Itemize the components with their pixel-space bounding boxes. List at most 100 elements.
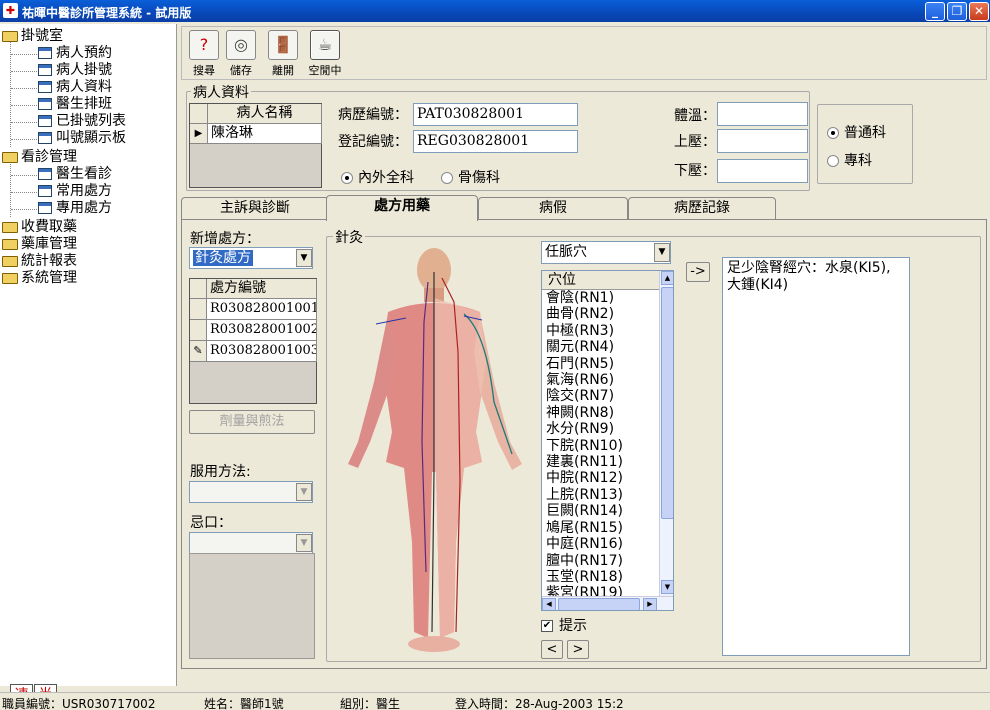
- next-button[interactable]: >: [567, 640, 589, 659]
- acupoint-item[interactable]: 巨闕(RN14): [542, 503, 659, 519]
- prev-button[interactable]: <: [541, 640, 563, 659]
- vertical-scrollbar[interactable]: ▲ ▼: [659, 271, 673, 596]
- acupoint-item[interactable]: 上脘(RN13): [542, 487, 659, 503]
- horizontal-scrollbar[interactable]: ◀ ▶: [542, 596, 673, 610]
- diastolic-field[interactable]: [717, 159, 808, 183]
- special-radio[interactable]: 專科: [827, 150, 872, 170]
- folder-open-icon: [2, 30, 18, 42]
- record-no-label: 病歷編號：: [338, 107, 408, 123]
- patient-name-grid[interactable]: 病人名稱 ▶ 陳洛琳: [189, 103, 322, 188]
- acupoint-item[interactable]: 建裏(RN11): [542, 454, 659, 470]
- dosage-button[interactable]: 劑量與煎法: [189, 410, 315, 434]
- tree-group-consultation[interactable]: 看診管理: [2, 149, 77, 166]
- acupoint-item[interactable]: 中庭(RN16): [542, 536, 659, 552]
- tree-group-system[interactable]: 系統管理: [2, 270, 77, 287]
- selected-acupoints-field[interactable]: 足少陰腎經穴：水泉(KI5), 大鍾(KI4): [722, 257, 910, 656]
- usage-select[interactable]: [189, 481, 313, 503]
- prescription-row[interactable]: R030828001001: [207, 299, 317, 320]
- folder-icon: [2, 238, 18, 250]
- add-acupoint-button[interactable]: ->: [686, 262, 710, 282]
- meridian-select[interactable]: 任脈穴: [541, 241, 671, 264]
- new-prescription-label: 新增處方：: [190, 231, 260, 247]
- new-prescription-select[interactable]: 針灸處方: [189, 247, 313, 269]
- folder-open-icon: [2, 151, 18, 163]
- taboo-label: 忌口：: [190, 515, 232, 531]
- scroll-h-thumb[interactable]: [558, 598, 640, 610]
- tab-complaint-diagnosis[interactable]: 主訴與診斷: [181, 197, 329, 219]
- leave-button[interactable]: 🚪 離開: [262, 30, 304, 77]
- tree-item-special-prescription[interactable]: 專用處方: [38, 200, 112, 217]
- general-radio[interactable]: 普通科: [827, 122, 886, 142]
- acupoint-item[interactable]: 水分(RN9): [542, 421, 659, 437]
- new-prescription-value: 針灸處方: [193, 250, 253, 266]
- form-icon: [38, 132, 52, 144]
- save-button[interactable]: ◎ 儲存: [220, 30, 262, 77]
- prescription-row[interactable]: R030828001003: [207, 341, 317, 362]
- dept-internal-radio[interactable]: 內外全科: [341, 167, 414, 187]
- chevron-down-icon[interactable]: ▼: [296, 483, 312, 501]
- dept-bone-radio[interactable]: 骨傷科: [441, 167, 500, 187]
- search-button[interactable]: ? 搜尋: [183, 30, 225, 77]
- systolic-field[interactable]: [717, 129, 808, 153]
- tree-group-registration[interactable]: 掛號室: [2, 28, 63, 45]
- tree-item-appointment[interactable]: 病人預約: [38, 45, 112, 62]
- folder-icon: [2, 272, 18, 284]
- acupoint-item[interactable]: 陰交(RN7): [542, 388, 659, 404]
- tree-item-common-prescription[interactable]: 常用處方: [38, 183, 112, 200]
- tree-item-registered-list[interactable]: 已掛號列表: [38, 113, 126, 130]
- scroll-thumb[interactable]: [661, 287, 673, 519]
- patient-name-header: 病人名稱: [208, 104, 322, 124]
- acupoint-header: 穴位: [542, 271, 659, 290]
- acupoint-item[interactable]: 中極(RN3): [542, 323, 659, 339]
- acupoint-item[interactable]: 神闕(RN8): [542, 405, 659, 421]
- chevron-down-icon[interactable]: ▼: [296, 249, 312, 267]
- scroll-down-icon[interactable]: ▼: [661, 580, 673, 594]
- tree-item-call-board[interactable]: 叫號顯示板: [38, 130, 126, 147]
- acupoint-item[interactable]: 鳩尾(RN15): [542, 520, 659, 536]
- acupoint-items: 會陰(RN1) 曲骨(RN2) 中極(RN3) 關元(RN4) 石門(RN5) 氣海(RN…: [542, 290, 659, 602]
- tab-medical-record[interactable]: 病歷記錄: [628, 197, 776, 219]
- acupoint-item[interactable]: 玉堂(RN18): [542, 569, 659, 585]
- acupoint-item[interactable]: 下脘(RN10): [542, 438, 659, 454]
- minimize-button[interactable]: _: [925, 2, 945, 21]
- tree-item-doctor-schedule[interactable]: 醫生排班: [38, 96, 112, 113]
- acupoint-item[interactable]: 關元(RN4): [542, 339, 659, 355]
- acupoint-item[interactable]: 氣海(RN6): [542, 372, 659, 388]
- tree-item-registration[interactable]: 病人掛號: [38, 62, 112, 79]
- prescription-row[interactable]: R030828001002: [207, 320, 317, 341]
- diastolic-label: 下壓：: [674, 163, 716, 179]
- close-button[interactable]: ✕: [969, 2, 989, 21]
- chevron-down-icon[interactable]: ▼: [296, 534, 312, 552]
- save-label: 儲存: [230, 64, 252, 77]
- temperature-field[interactable]: [717, 102, 808, 126]
- scroll-right-icon[interactable]: ▶: [643, 598, 657, 610]
- tree-group-pharmacy[interactable]: 藥庫管理: [2, 236, 77, 253]
- tab-prescription[interactable]: 處方用藥: [326, 195, 478, 221]
- tree-item-patient-data[interactable]: 病人資料: [38, 79, 112, 96]
- maximize-button[interactable]: ❐: [947, 2, 967, 21]
- tree-group-reports[interactable]: 統計報表: [2, 253, 77, 270]
- patient-name-cell[interactable]: 陳洛琳: [208, 124, 322, 144]
- acupoint-item[interactable]: 會陰(RN1): [542, 290, 659, 306]
- chevron-down-icon[interactable]: ▼: [654, 243, 670, 262]
- body-figure-front: [348, 248, 522, 652]
- status-group: 組別：醫生: [340, 697, 401, 710]
- acupoint-item[interactable]: 中脘(RN12): [542, 470, 659, 486]
- row-header: [190, 320, 207, 341]
- reg-no-field[interactable]: REG030828001: [413, 130, 578, 153]
- acupoint-item[interactable]: 曲骨(RN2): [542, 306, 659, 322]
- hint-checkbox[interactable]: ✔ 提示: [541, 615, 587, 635]
- tree-item-doctor-consult[interactable]: 醫生看診: [38, 166, 112, 183]
- prescription-list-grid[interactable]: 處方編號 R030828001001 R030828001002 ✎ R0308…: [189, 278, 317, 404]
- acupoint-item[interactable]: 石門(RN5): [542, 356, 659, 372]
- taboo-select[interactable]: [189, 532, 313, 554]
- search-icon: ?: [189, 30, 219, 60]
- acupoint-item[interactable]: 膻中(RN17): [542, 553, 659, 569]
- idle-button[interactable]: ☕ 空閒中: [304, 30, 346, 77]
- acupoint-list[interactable]: 穴位 會陰(RN1) 曲骨(RN2) 中極(RN3) 關元(RN4) 石門(RN5) 氣海…: [541, 270, 674, 611]
- tab-sick-leave[interactable]: 病假: [478, 197, 628, 219]
- record-no-field[interactable]: PAT030828001: [413, 103, 578, 126]
- tree-group-billing[interactable]: 收費取藥: [2, 219, 77, 236]
- scroll-up-icon[interactable]: ▲: [661, 271, 673, 285]
- scroll-left-icon[interactable]: ◀: [542, 598, 556, 610]
